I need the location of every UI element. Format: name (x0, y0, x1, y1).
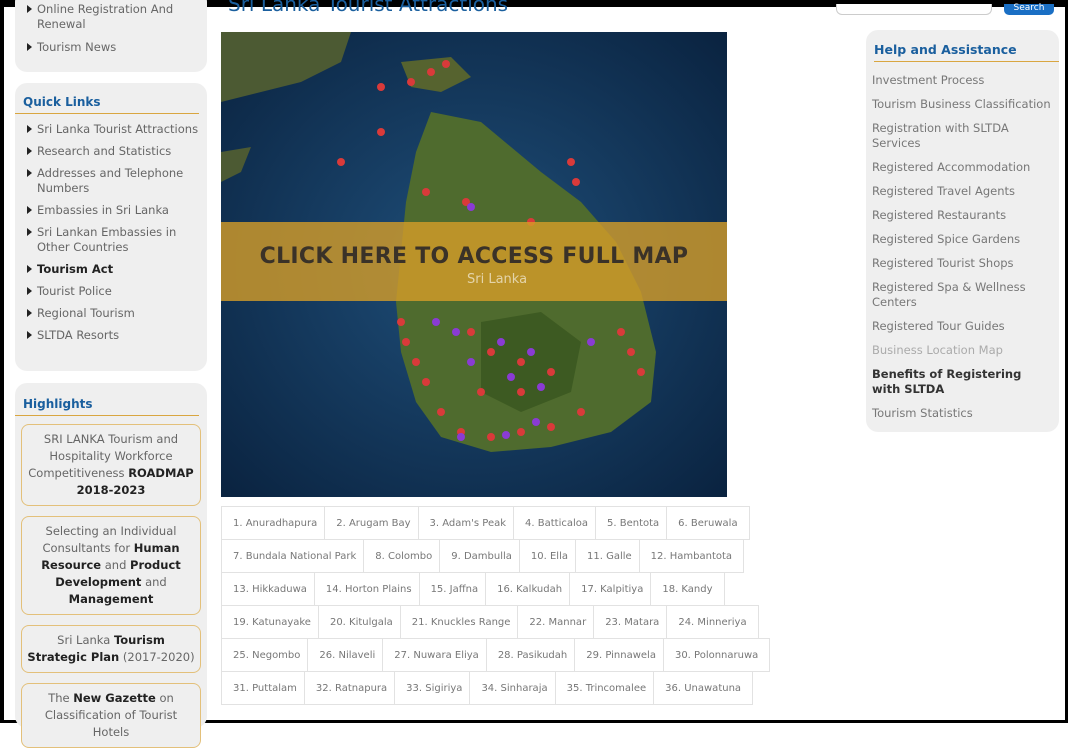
highlights-panel: Highlights SRI LANKA Tourism and Hospita… (15, 383, 207, 748)
highlight-box[interactable]: Selecting an Individual Consultants for … (21, 516, 201, 615)
help-link[interactable]: Registered Travel Agents (872, 179, 1053, 203)
place-link[interactable]: 20. Kitulgala (317, 605, 405, 639)
left-top-panel: Online Registration And Renewal Tourism … (15, 0, 207, 72)
place-link[interactable]: 32. Ratnapura (303, 671, 400, 705)
bullet-arrow-icon (27, 331, 32, 339)
help-link[interactable]: Registered Spice Gardens (872, 227, 1053, 251)
quick-link-item[interactable]: Research and Statistics (27, 144, 207, 159)
bullet-arrow-icon (27, 169, 32, 177)
search-input[interactable] (836, 4, 992, 15)
place-link[interactable]: 15. Jaffna (418, 572, 491, 606)
place-link[interactable]: 18. Kandy (650, 572, 725, 606)
help-link[interactable]: Registered Tourist Shops (872, 251, 1053, 275)
help-link[interactable]: Registered Spa & Wellness Centers (872, 275, 1053, 314)
bullet-arrow-icon (27, 206, 32, 214)
place-link[interactable]: 11. Galle (574, 539, 644, 573)
place-link[interactable]: 29. Pinnawela (574, 638, 668, 672)
place-link[interactable]: 1. Anuradhapura (221, 506, 330, 540)
place-link[interactable]: 4. Batticaloa (513, 506, 600, 540)
quick-link-item[interactable]: Addresses and Telephone Numbers (27, 166, 207, 196)
place-link[interactable]: 7. Bundala National Park (221, 539, 369, 573)
place-link[interactable]: 14. Horton Plains (313, 572, 424, 606)
place-link[interactable]: 26. Nilaveli (307, 638, 388, 672)
place-link[interactable]: 16. Kalkudah (485, 572, 575, 606)
bullet-arrow-icon (27, 228, 32, 236)
place-link[interactable]: 23. Matara (593, 605, 672, 639)
bullet-arrow-icon (27, 287, 32, 295)
place-link[interactable]: 36. Unawatuna (653, 671, 754, 705)
bullet-arrow-icon (27, 147, 32, 155)
place-link[interactable]: 35. Trincomalee (554, 671, 659, 705)
quick-link-item[interactable]: Tourist Police (27, 284, 207, 299)
place-link[interactable]: 2. Arugam Bay (324, 506, 423, 540)
place-link[interactable]: 34. Sinharaja (469, 671, 560, 705)
help-link[interactable]: Tourism Statistics (872, 401, 1053, 425)
help-link[interactable]: Tourism Business Classification (872, 92, 1053, 116)
quick-link-item[interactable]: Tourism Act (27, 262, 207, 277)
help-link[interactable]: Registered Tour Guides (872, 314, 1053, 338)
help-title: Help and Assistance (874, 42, 1059, 62)
link-tourism-news[interactable]: Tourism News (27, 40, 207, 55)
bullet-arrow-icon (27, 5, 32, 13)
window-frame-left (0, 0, 4, 723)
help-panel: Help and Assistance Investment Process To… (866, 30, 1059, 432)
quick-link-item[interactable]: Sri Lanka Tourist Attractions (27, 122, 207, 137)
place-link[interactable]: 17. Kalpitiya (569, 572, 656, 606)
place-link[interactable]: 12. Hambantota (638, 539, 745, 573)
help-link[interactable]: Registered Restaurants (872, 203, 1053, 227)
bullet-arrow-icon (27, 43, 32, 51)
place-link[interactable]: 5. Bentota (595, 506, 672, 540)
help-link[interactable]: Benefits of Registering with SLTDA (872, 362, 1053, 401)
help-link[interactable]: Registered Accommodation (872, 155, 1053, 179)
page-title: Sri Lanka Tourist Attractions (228, 0, 509, 16)
highlights-title: Highlights (15, 397, 199, 416)
quick-links-panel: Quick Links Sri Lanka Tourist Attraction… (15, 83, 207, 371)
access-full-map-banner[interactable]: CLICK HERE TO ACCESS FULL MAP (221, 222, 727, 301)
highlight-box[interactable]: Sri Lanka Tourism Strategic Plan (2017-2… (21, 625, 201, 673)
place-link[interactable]: 33. Sigiriya (394, 671, 475, 705)
map-country-label: Sri Lanka (467, 272, 528, 287)
link-online-registration[interactable]: Online Registration And Renewal (27, 2, 207, 32)
quick-link-item[interactable]: Embassies in Sri Lanka (27, 203, 207, 218)
highlight-box[interactable]: SRI LANKA Tourism and Hospitality Workfo… (21, 424, 201, 506)
place-link[interactable]: 31. Puttalam (221, 671, 309, 705)
place-link[interactable]: 24. Minneriya (666, 605, 759, 639)
attractions-map[interactable]: CLICK HERE TO ACCESS FULL MAP Sri Lanka (221, 32, 727, 497)
help-link[interactable]: Business Location Map (872, 338, 1053, 362)
place-link[interactable]: 10. Ella (518, 539, 580, 573)
place-link[interactable]: 21. Knuckles Range (399, 605, 523, 639)
place-link[interactable]: 25. Negombo (221, 638, 313, 672)
place-link[interactable]: 28. Pasikudah (485, 638, 580, 672)
place-link[interactable]: 27. Nuwara Eliya (382, 638, 491, 672)
place-link[interactable]: 13. Hikkaduwa (221, 572, 319, 606)
help-link[interactable]: Registration with SLTDA Services (872, 116, 1053, 155)
quick-link-item[interactable]: Regional Tourism (27, 306, 207, 321)
place-link[interactable]: 30. Polonnaruwa (662, 638, 771, 672)
place-link[interactable]: 9. Dambulla (439, 539, 524, 573)
places-grid: 1. Anuradhapura 2. Arugam Bay 3. Adam's Pe… (221, 506, 861, 705)
highlight-box[interactable]: The New Gazette on Classification of Tou… (21, 683, 201, 748)
quick-links-title: Quick Links (15, 95, 199, 114)
bullet-arrow-icon (27, 265, 32, 273)
place-link[interactable]: 19. Katunayake (221, 605, 323, 639)
help-link[interactable]: Investment Process (872, 68, 1053, 92)
bullet-arrow-icon (27, 309, 32, 317)
place-link[interactable]: 22. Mannar (517, 605, 599, 639)
search-button[interactable]: Search (1004, 4, 1054, 15)
bullet-arrow-icon (27, 125, 32, 133)
place-link[interactable]: 8. Colombo (363, 539, 445, 573)
quick-link-item[interactable]: SLTDA Resorts (27, 328, 207, 343)
quick-link-item[interactable]: Sri Lankan Embassies in Other Countries (27, 225, 207, 255)
place-link[interactable]: 3. Adam's Peak (417, 506, 519, 540)
place-link[interactable]: 6. Beruwala (666, 506, 750, 540)
